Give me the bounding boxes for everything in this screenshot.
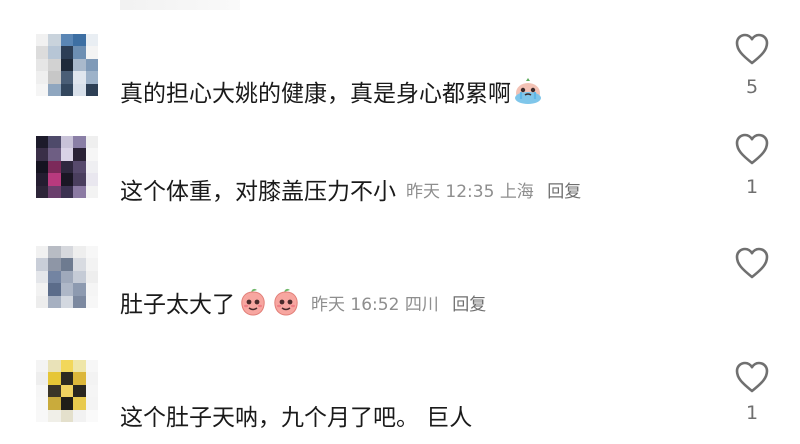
comment-meta: 昨天 16:52 四川 回复: [311, 290, 486, 315]
comment-text: 这个肚子天呐，九个月了吧。 巨人: [120, 405, 473, 431]
avatar[interactable]: [36, 360, 98, 422]
like-button[interactable]: [734, 360, 770, 394]
reply-button[interactable]: 回复: [452, 295, 486, 315]
comment-location: 上海: [499, 181, 534, 202]
comment-time: 昨天 12:35: [406, 181, 495, 202]
comment-item: 这个肚子天呐，九个月了吧。 巨人 1: [0, 0, 800, 431]
heart-outline-icon: [735, 361, 769, 393]
like-count: 1: [745, 176, 759, 198]
comment-time: 昨天 16:52: [311, 294, 400, 315]
comment-text: 肚子太大了: [120, 292, 235, 318]
avatar[interactable]: [36, 246, 98, 308]
comment-location: 四川: [404, 294, 439, 315]
like-button[interactable]: [734, 246, 770, 280]
like-button[interactable]: [734, 132, 770, 166]
comment-text-row: 这个体重，对膝盖压力不小 昨天 12:35 上海 回复: [120, 174, 581, 205]
comment-text-row: 这个肚子天呐，九个月了吧。 巨人: [120, 400, 473, 431]
comment-meta: 昨天 12:35 上海 回复: [406, 177, 581, 202]
avatar[interactable]: [36, 136, 98, 198]
heart-outline-icon: [735, 247, 769, 279]
like-count: 1: [745, 402, 759, 424]
comment-text-row: 肚子太大了 昨天 16:52 四川 回复: [120, 286, 486, 318]
comment-text: 这个体重，对膝盖压力不小: [120, 179, 396, 205]
heart-outline-icon: [735, 133, 769, 165]
reply-button[interactable]: 回复: [547, 182, 581, 202]
peach-face-emoji-icon: [238, 287, 268, 317]
peach-face-emoji-icon: [271, 287, 301, 317]
